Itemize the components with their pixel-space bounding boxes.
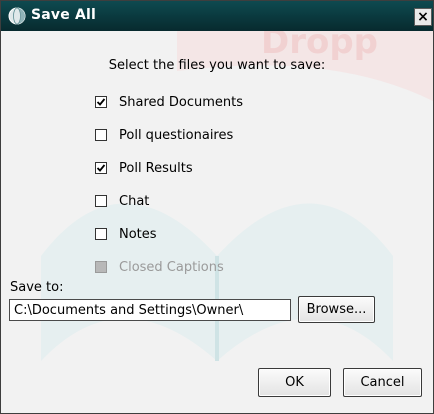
- dialog-title: Save All: [31, 7, 97, 23]
- checkbox-row-poll-results[interactable]: Poll Results: [95, 159, 193, 177]
- browse-button[interactable]: Browse...: [298, 296, 375, 323]
- checkbox-poll-results[interactable]: [95, 162, 107, 174]
- checkbox-label: Notes: [119, 226, 157, 242]
- checkbox-row-chat[interactable]: Chat: [95, 192, 149, 210]
- save-all-dialog: Dropp Save All × Select the files you wa…: [0, 0, 434, 414]
- globe-icon: [8, 7, 26, 25]
- checkbox-row-shared-documents[interactable]: Shared Documents: [95, 93, 243, 111]
- ok-button[interactable]: OK: [258, 368, 331, 397]
- checkbox-label: Shared Documents: [119, 94, 244, 110]
- checkbox-label: Closed Captions: [119, 259, 224, 275]
- checkbox-row-notes[interactable]: Notes: [95, 225, 157, 243]
- checkbox-label: Poll questionaires: [119, 127, 234, 143]
- checkbox-notes[interactable]: [95, 228, 107, 240]
- save-to-label: Save to:: [10, 280, 64, 295]
- checkbox-chat[interactable]: [95, 195, 107, 207]
- checkmark-icon: [96, 164, 106, 172]
- cancel-button[interactable]: Cancel: [343, 368, 422, 397]
- close-button[interactable]: ×: [414, 8, 432, 26]
- checkbox-poll-questionaires[interactable]: [95, 129, 107, 141]
- watermark-graphic: Dropp: [41, 31, 433, 361]
- checkbox-label: Poll Results: [119, 160, 193, 176]
- save-path-input[interactable]: [9, 299, 291, 321]
- title-bar[interactable]: Save All ×: [1, 1, 433, 31]
- checkbox-closed-captions: [95, 261, 107, 273]
- checkbox-row-closed-captions: Closed Captions: [95, 258, 224, 276]
- close-icon: ×: [417, 9, 429, 25]
- checkbox-row-poll-questionaires[interactable]: Poll questionaires: [95, 126, 233, 144]
- instruction-text: Select the files you want to save:: [108, 58, 326, 73]
- checkbox-label: Chat: [119, 193, 150, 209]
- checkmark-icon: [96, 98, 106, 106]
- checkbox-shared-documents[interactable]: [95, 96, 107, 108]
